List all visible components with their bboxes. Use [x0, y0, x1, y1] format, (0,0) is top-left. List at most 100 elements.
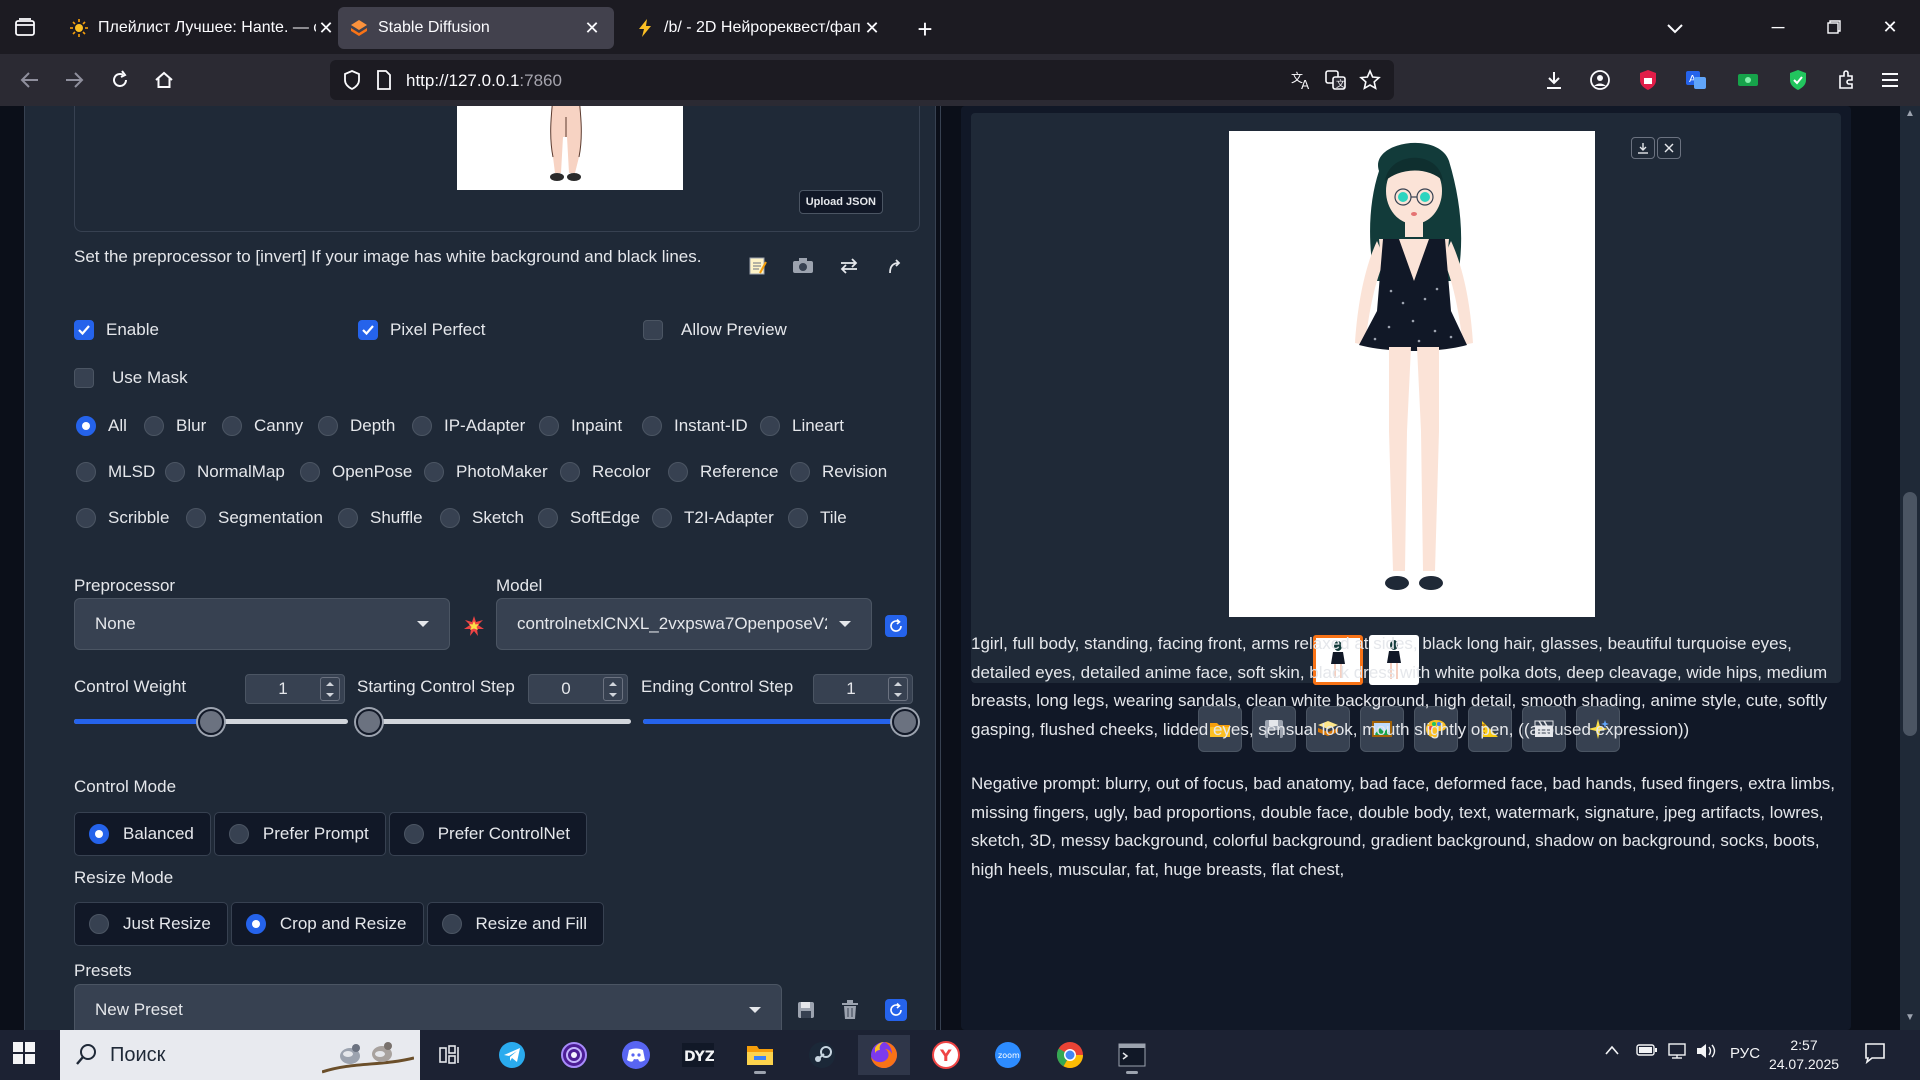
money-extension-icon[interactable] — [1734, 66, 1762, 94]
camera-icon[interactable] — [788, 252, 818, 280]
tor-icon[interactable] — [548, 1035, 600, 1075]
upload-json-button[interactable]: Upload JSON — [798, 190, 883, 214]
control-type-tile[interactable]: Tile — [788, 508, 847, 528]
resize-mode-resize-and-fill[interactable]: Resize and Fill — [426, 902, 604, 946]
steam-icon[interactable] — [796, 1035, 848, 1075]
chevron-down-icon[interactable] — [1660, 14, 1690, 44]
download-icon[interactable] — [1540, 66, 1568, 94]
image-upload-area[interactable]: Upload JSON — [74, 106, 920, 232]
control-type-inpaint[interactable]: Inpaint — [539, 416, 622, 436]
pixel-perfect-checkbox[interactable]: Pixel Perfect — [358, 320, 485, 340]
control-type-depth[interactable]: Depth — [318, 416, 395, 436]
back-icon[interactable] — [14, 64, 46, 96]
discord-icon[interactable] — [610, 1035, 662, 1075]
menu-icon[interactable] — [1876, 66, 1904, 94]
slider-thumb[interactable] — [892, 709, 918, 735]
close-icon[interactable]: ✕ — [862, 18, 882, 38]
swap-icon[interactable] — [834, 252, 864, 280]
starting-step-input[interactable]: 0 — [528, 674, 628, 704]
control-weight-input[interactable]: 1 — [245, 674, 345, 704]
control-weight-slider[interactable] — [74, 708, 348, 735]
close-window-button[interactable]: ✕ — [1870, 12, 1910, 42]
save-preset-icon[interactable] — [790, 994, 822, 1026]
scroll-up-icon[interactable]: ▲ — [1905, 108, 1915, 119]
terminal-icon[interactable] — [1106, 1035, 1158, 1075]
generated-image[interactable] — [1229, 131, 1595, 617]
spinner-icon[interactable] — [603, 677, 623, 701]
control-type-softedge[interactable]: SoftEdge — [538, 508, 640, 528]
preprocessor-dropdown[interactable]: None — [74, 598, 450, 650]
control-type-scribble[interactable]: Scribble — [76, 508, 169, 528]
tray-expand-icon[interactable] — [1604, 1043, 1620, 1060]
control-type-mlsd[interactable]: MLSD — [76, 462, 155, 482]
allow-preview-checkbox[interactable]: Allow Preview — [643, 320, 787, 340]
zoom-icon[interactable]: zoom — [982, 1035, 1034, 1075]
control-type-segmentation[interactable]: Segmentation — [186, 508, 323, 528]
control-type-normalmap[interactable]: NormalMap — [165, 462, 285, 482]
restore-button[interactable] — [1814, 12, 1854, 42]
vpn-shield-icon[interactable] — [1784, 66, 1812, 94]
presets-dropdown[interactable]: New Preset — [74, 984, 782, 1030]
new-tab-button[interactable]: + — [910, 14, 940, 44]
control-type-canny[interactable]: Canny — [222, 416, 303, 436]
control-mode-prefer-prompt[interactable]: Prefer Prompt — [213, 812, 386, 856]
use-mask-checkbox[interactable]: Use Mask — [74, 368, 188, 388]
model-dropdown[interactable]: controlnetxlCNXL_2vxpswa7OpenposeV2 — [496, 598, 872, 650]
control-type-sketch[interactable]: Sketch — [440, 508, 524, 528]
spinner-icon[interactable] — [320, 677, 340, 701]
control-type-blur[interactable]: Blur — [144, 416, 206, 436]
page-scrollbar[interactable]: ▲ ▼ — [1900, 106, 1920, 1030]
close-icon[interactable]: ✕ — [316, 18, 336, 38]
scroll-thumb[interactable] — [1903, 492, 1917, 736]
refresh-models-button[interactable] — [880, 610, 912, 642]
forward-icon[interactable] — [58, 64, 90, 96]
control-type-revision[interactable]: Revision — [790, 462, 887, 482]
slider-thumb[interactable] — [356, 709, 382, 735]
control-type-reference[interactable]: Reference — [668, 462, 778, 482]
extensions-icon[interactable] — [1832, 66, 1860, 94]
chrome-icon[interactable] — [1044, 1035, 1096, 1075]
send-arrow-icon[interactable] — [880, 252, 910, 280]
tab-2d-request[interactable]: /b/ - 2D Нейрореквест/фап тр ✕ — [624, 7, 894, 49]
tab-overview-icon[interactable] — [8, 10, 42, 44]
page-translate-icon[interactable]: 文 — [1324, 68, 1348, 92]
tab-playlist[interactable]: Плейлист Лучшее: Hante. — сл ✕ — [58, 7, 348, 49]
battery-icon[interactable] — [1636, 1043, 1658, 1061]
task-view-icon[interactable] — [424, 1035, 476, 1075]
taskbar-search[interactable]: Поиск — [60, 1030, 420, 1080]
close-icon[interactable]: ✕ — [582, 18, 602, 38]
control-type-recolor[interactable]: Recolor — [560, 462, 651, 482]
starting-step-slider[interactable] — [356, 708, 631, 735]
control-type-shuffle[interactable]: Shuffle — [338, 508, 423, 528]
spinner-icon[interactable] — [888, 677, 908, 701]
control-type-photomaker[interactable]: PhotoMaker — [424, 462, 548, 482]
delete-preset-icon[interactable] — [834, 994, 866, 1026]
memo-icon[interactable] — [743, 252, 773, 280]
dayz-icon[interactable]: DYZ — [672, 1035, 724, 1075]
yandex-browser-icon[interactable]: Y — [920, 1035, 972, 1075]
shield-icon[interactable] — [340, 68, 364, 92]
control-type-lineart[interactable]: Lineart — [760, 416, 844, 436]
volume-icon[interactable] — [1696, 1043, 1718, 1063]
run-preprocessor-icon[interactable] — [458, 610, 490, 642]
enable-checkbox[interactable]: Enable — [74, 320, 159, 340]
control-mode-balanced[interactable]: Balanced — [74, 812, 211, 856]
close-gallery-icon[interactable] — [1657, 137, 1681, 159]
input-language[interactable]: РУС — [1730, 1045, 1760, 1062]
ending-step-input[interactable]: 1 — [813, 674, 913, 704]
control-type-t2i-adapter[interactable]: T2I-Adapter — [652, 508, 774, 528]
control-type-instant-id[interactable]: Instant-ID — [642, 416, 748, 436]
download-image-icon[interactable] — [1631, 137, 1655, 159]
account-icon[interactable] — [1586, 66, 1614, 94]
notifications-icon[interactable] — [1864, 1042, 1886, 1068]
resize-mode-just-resize[interactable]: Just Resize — [74, 902, 228, 946]
control-type-ip-adapter[interactable]: IP-Adapter — [412, 416, 525, 436]
telegram-icon[interactable] — [486, 1035, 538, 1075]
slider-thumb[interactable] — [198, 709, 224, 735]
translate-icon[interactable]: 文A — [1290, 68, 1314, 92]
reload-icon[interactable] — [104, 64, 136, 96]
system-clock[interactable]: 2:57 24.07.2025 — [1764, 1036, 1844, 1074]
minimize-button[interactable]: ─ — [1758, 12, 1798, 42]
network-icon[interactable] — [1666, 1043, 1688, 1063]
control-type-openpose[interactable]: OpenPose — [300, 462, 412, 482]
